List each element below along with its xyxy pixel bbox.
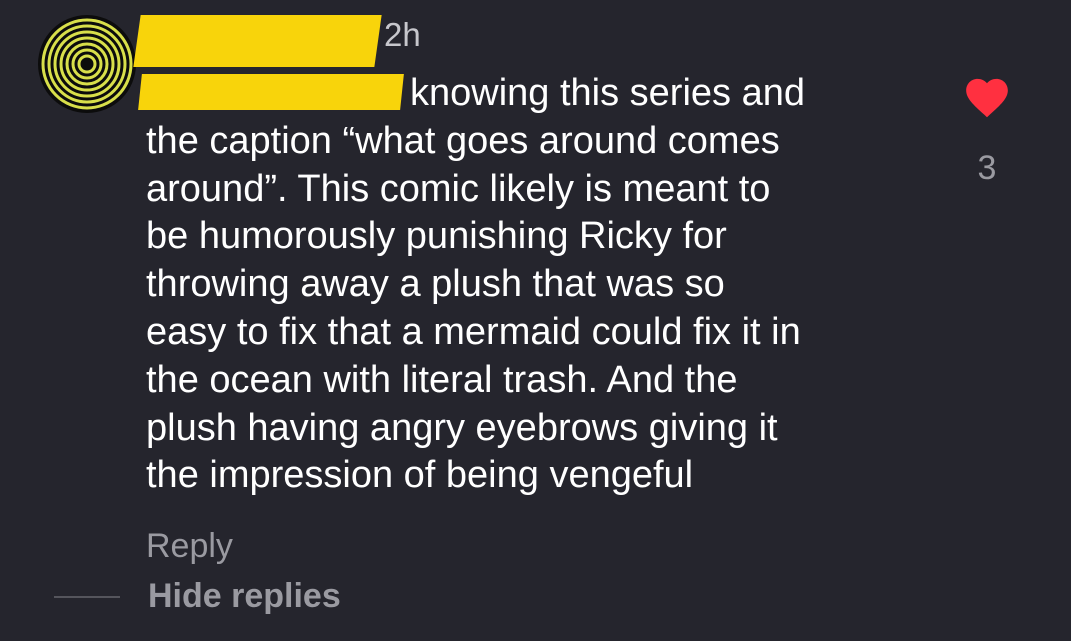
heart-icon xyxy=(966,78,1008,118)
like-count: 3 xyxy=(977,149,997,187)
comment-line: easy to fix that a mermaid could fix it … xyxy=(146,310,801,353)
comment-line: knowing this series and xyxy=(410,72,805,114)
comment-thread: 2h knowing this series and the caption “… xyxy=(0,0,1071,641)
replies-divider xyxy=(54,596,120,598)
concentric-rings-avatar-icon xyxy=(38,15,136,113)
hide-replies-button[interactable]: Hide replies xyxy=(148,575,341,617)
comment-line: throwing away a plush that was so xyxy=(146,263,725,306)
comment-line: around”. This comic likely is meant to xyxy=(146,167,771,210)
reply-button[interactable]: Reply xyxy=(146,525,233,567)
comment-line: the impression of being vengeful xyxy=(146,454,694,497)
comment-line: be humorously punishing Ricky for xyxy=(146,215,727,258)
avatar[interactable] xyxy=(37,14,137,114)
redacted-username xyxy=(133,15,382,67)
like-button[interactable] xyxy=(962,72,1012,120)
comment-text: knowing this series and the caption “wha… xyxy=(146,70,936,500)
comment-timestamp: 2h xyxy=(384,16,421,53)
comment-line: the ocean with literal trash. And the xyxy=(146,358,738,401)
comment-line: the caption “what goes around comes xyxy=(146,119,780,162)
comment-line: plush having angry eyebrows giving it xyxy=(146,406,778,449)
